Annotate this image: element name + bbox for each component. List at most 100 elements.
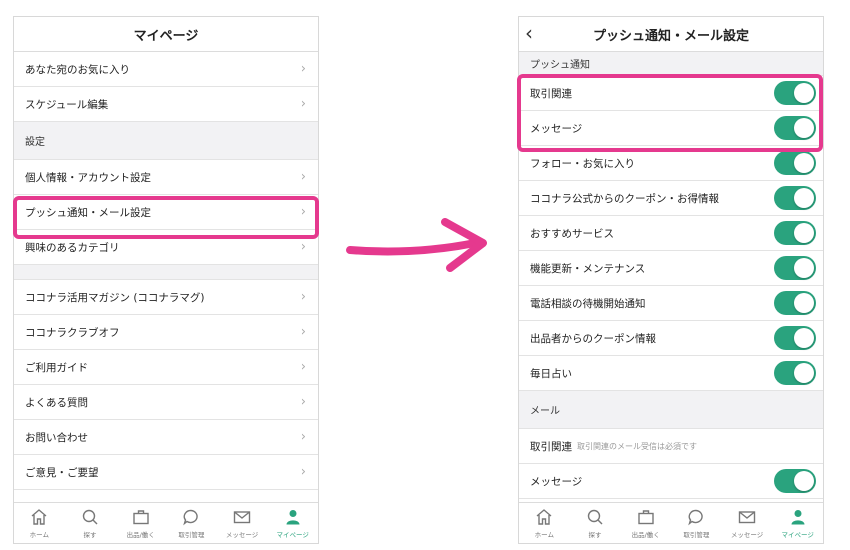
- toggle-switch[interactable]: [774, 221, 816, 245]
- chevron-right-icon: ›: [300, 289, 306, 305]
- list-item-schedule[interactable]: スケジュール編集 ›: [14, 87, 318, 122]
- list-item-club-off[interactable]: ココナラクラブオフ ›: [14, 315, 318, 350]
- push-item-daily-fortune: 毎日占い: [519, 356, 823, 391]
- push-item-official-coupons: ココナラ公式からのクーポン・お得情報: [519, 181, 823, 216]
- toggle-knob: [794, 471, 814, 491]
- chevron-right-icon: ›: [300, 324, 306, 340]
- setting-label: メッセージ: [530, 475, 583, 488]
- list-item-label: ココナラ活用マガジン (ココナラマグ): [25, 291, 205, 304]
- back-chevron-icon[interactable]: ‹: [525, 23, 533, 43]
- list-item-label: プッシュ通知・メール設定: [25, 206, 151, 219]
- setting-label: メッセージ: [530, 122, 583, 135]
- tab-messages[interactable]: メッセージ: [722, 503, 773, 543]
- push-item-messages: メッセージ: [519, 111, 823, 146]
- mypage-screen: マイページ あなた宛のお気に入り › スケジュール編集 › 設定 個人情報・アカウン…: [13, 16, 319, 544]
- briefcase-icon: [637, 510, 654, 525]
- tab-bar: ホーム 探す 出品/働く 取引管理 メッセージ マイページ: [519, 502, 823, 543]
- tab-home[interactable]: ホーム: [519, 503, 570, 543]
- list-item-label: ご利用ガイド: [25, 361, 88, 374]
- toggle-switch[interactable]: [774, 151, 816, 175]
- tab-label: ホーム: [534, 531, 554, 539]
- home-icon: [31, 509, 47, 525]
- toggle-knob: [794, 223, 814, 243]
- toggle-knob: [794, 118, 814, 138]
- chevron-right-icon: ›: [300, 464, 306, 480]
- tab-sell[interactable]: 出品/働く: [620, 503, 671, 543]
- chevron-right-icon: ›: [300, 61, 306, 77]
- toggle-switch[interactable]: [774, 186, 816, 210]
- list-item-interest-category[interactable]: 興味のあるカテゴリ ›: [14, 230, 318, 265]
- search-icon: [82, 509, 98, 525]
- list-item-contact[interactable]: お問い合わせ ›: [14, 420, 318, 455]
- tab-label: マイページ: [276, 531, 309, 539]
- list-item-label: スケジュール編集: [25, 98, 109, 111]
- chat-icon: [688, 509, 704, 526]
- chevron-right-icon: ›: [300, 394, 306, 410]
- list-item-magazine[interactable]: ココナラ活用マガジン (ココナラマグ) ›: [14, 280, 318, 315]
- mail-item-messages: メッセージ: [519, 464, 823, 499]
- arrow-icon: [346, 218, 487, 272]
- list-item-label: ココナラクラブオフ: [25, 326, 120, 339]
- list-item-push-mail-settings[interactable]: プッシュ通知・メール設定 ›: [14, 195, 318, 230]
- list-item-label: お問い合わせ: [25, 431, 88, 444]
- tab-transactions[interactable]: 取引管理: [671, 503, 722, 543]
- section-label: メール: [530, 406, 560, 417]
- push-item-seller-coupons: 出品者からのクーポン情報: [519, 321, 823, 356]
- setting-note: 取引関連のメール受信は必須です: [577, 441, 697, 451]
- setting-label: フォロー・お気に入り: [530, 157, 635, 170]
- section-settings: 設定: [14, 122, 318, 160]
- toggle-switch[interactable]: [774, 291, 816, 315]
- page-title: プッシュ通知・メール設定: [592, 28, 749, 44]
- push-mail-settings-screen: ‹ プッシュ通知・メール設定 プッシュ通知 取引関連 メッセージ フォロー・お気…: [518, 16, 824, 544]
- mail-item-transactions: 取引関連 取引関連のメール受信は必須です: [519, 429, 823, 464]
- search-icon: [587, 509, 603, 525]
- toggle-switch[interactable]: [774, 361, 816, 385]
- mail-icon: [738, 511, 756, 524]
- chevron-right-icon: ›: [300, 96, 306, 112]
- list-item-account-settings[interactable]: 個人情報・アカウント設定 ›: [14, 160, 318, 195]
- toggle-knob: [794, 188, 814, 208]
- push-item-phone-standby: 電話相談の待機開始通知: [519, 286, 823, 321]
- list-item-faq[interactable]: よくある質問 ›: [14, 385, 318, 420]
- list-item-label: よくある質問: [25, 396, 88, 409]
- list-item-guide[interactable]: ご利用ガイド ›: [14, 350, 318, 385]
- setting-label: 取引関連: [530, 87, 572, 100]
- section-divider: [14, 265, 318, 280]
- toggle-switch[interactable]: [774, 469, 816, 493]
- list-item-favorites[interactable]: あなた宛のお気に入り ›: [14, 52, 318, 87]
- section-label: プッシュ通知: [530, 60, 590, 71]
- section-mail: メール: [519, 391, 823, 429]
- tab-search[interactable]: 探す: [570, 503, 621, 543]
- setting-label: 取引関連: [530, 440, 572, 453]
- chat-icon: [183, 509, 199, 526]
- list-item-feedback[interactable]: ご意見・ご要望 ›: [14, 455, 318, 490]
- toggle-switch[interactable]: [774, 116, 816, 140]
- person-icon: [791, 510, 805, 525]
- setting-label: 毎日占い: [530, 367, 572, 380]
- tab-label: ホーム: [29, 531, 49, 539]
- tab-label: 出品/働く: [631, 531, 660, 539]
- briefcase-icon: [132, 510, 149, 525]
- tab-label: 取引管理: [683, 531, 710, 539]
- section-label: 設定: [25, 137, 45, 148]
- toggle-knob: [794, 83, 814, 103]
- tab-sell[interactable]: 出品/働く: [115, 503, 166, 543]
- tab-home[interactable]: ホーム: [14, 503, 65, 543]
- tab-mypage[interactable]: マイページ: [772, 503, 823, 543]
- tab-transactions[interactable]: 取引管理: [166, 503, 217, 543]
- chevron-right-icon: ›: [300, 429, 306, 445]
- toggle-switch[interactable]: [774, 326, 816, 350]
- list-item-label: ご意見・ご要望: [25, 466, 99, 479]
- tab-label: マイページ: [781, 531, 814, 539]
- tab-messages[interactable]: メッセージ: [217, 503, 268, 543]
- setting-label: 出品者からのクーポン情報: [530, 332, 656, 345]
- toggle-knob: [794, 328, 814, 348]
- toggle-switch[interactable]: [774, 256, 816, 280]
- tab-mypage[interactable]: マイページ: [267, 503, 318, 543]
- toggle-switch[interactable]: [774, 81, 816, 105]
- tab-label: 取引管理: [178, 531, 205, 539]
- tab-search[interactable]: 探す: [65, 503, 116, 543]
- setting-label: ココナラ公式からのクーポン・お得情報: [530, 192, 719, 205]
- toggle-knob: [794, 153, 814, 173]
- tab-bar: ホーム 探す 出品/働く 取引管理 メッセージ マイページ: [14, 502, 318, 543]
